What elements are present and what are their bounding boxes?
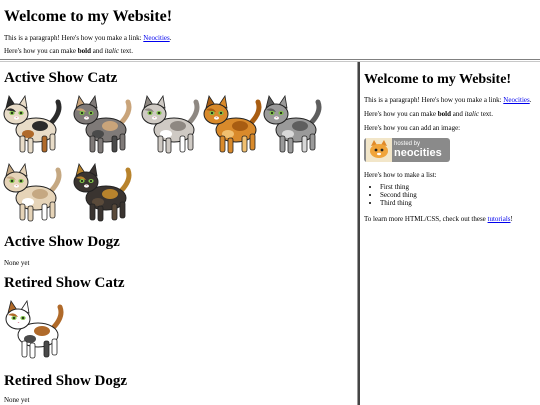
retired-catz-heading: Retired Show Catz xyxy=(4,275,125,291)
top-section: Welcome to my Website! This is a paragra… xyxy=(0,0,540,58)
formatting-paragraph: Here's how you can make bold and italic … xyxy=(4,47,133,55)
cat-image xyxy=(70,94,134,158)
example-list: First thing Second thing Third thing xyxy=(364,183,417,207)
cat-image xyxy=(138,94,202,158)
neocities-link[interactable]: Neocities xyxy=(143,34,169,42)
sidebar-title: Welcome to my Website! xyxy=(364,72,512,87)
cat-image xyxy=(200,94,264,158)
list-instruction: Here's how to make a list: xyxy=(364,171,437,179)
right-column: Welcome to my Website! This is a paragra… xyxy=(361,62,540,405)
sidebar-neocities-link[interactable]: Neocities xyxy=(503,96,529,104)
retired-dogz-text: None yet xyxy=(4,396,30,404)
list-item: Third thing xyxy=(380,199,417,207)
cat-image xyxy=(2,299,66,363)
active-dogz-text: None yet xyxy=(4,259,30,267)
image-instruction: Here's how you can add an image: xyxy=(364,124,461,132)
cat-image xyxy=(0,94,64,158)
neocities-badge[interactable]: hosted by neocities xyxy=(364,138,450,162)
retired-dogz-heading: Retired Show Dogz xyxy=(4,373,128,389)
left-column: Active Show Catz Active Show Dogz None y… xyxy=(0,62,357,405)
tutorials-link[interactable]: tutorials xyxy=(488,215,511,223)
active-dogz-heading: Active Show Dogz xyxy=(4,234,120,250)
neocities-cat-icon xyxy=(366,138,392,162)
page-title: Welcome to my Website! xyxy=(4,8,173,25)
cat-image xyxy=(70,162,134,226)
sidebar-intro-paragraph: This is a paragraph! Here's how you make… xyxy=(364,96,532,104)
cat-image xyxy=(0,162,64,226)
intro-paragraph: This is a paragraph! Here's how you make… xyxy=(4,34,172,42)
sidebar-formatting-paragraph: Here's how you can make bold and italic … xyxy=(364,110,493,118)
learn-more-paragraph: To learn more HTML/CSS, check out these … xyxy=(364,215,513,223)
column-divider xyxy=(357,62,360,405)
list-item: Second thing xyxy=(380,191,417,199)
badge-neocities-text: neocities xyxy=(394,147,442,159)
cat-image xyxy=(260,94,324,158)
list-item: First thing xyxy=(380,183,417,191)
active-catz-heading: Active Show Catz xyxy=(4,70,118,86)
